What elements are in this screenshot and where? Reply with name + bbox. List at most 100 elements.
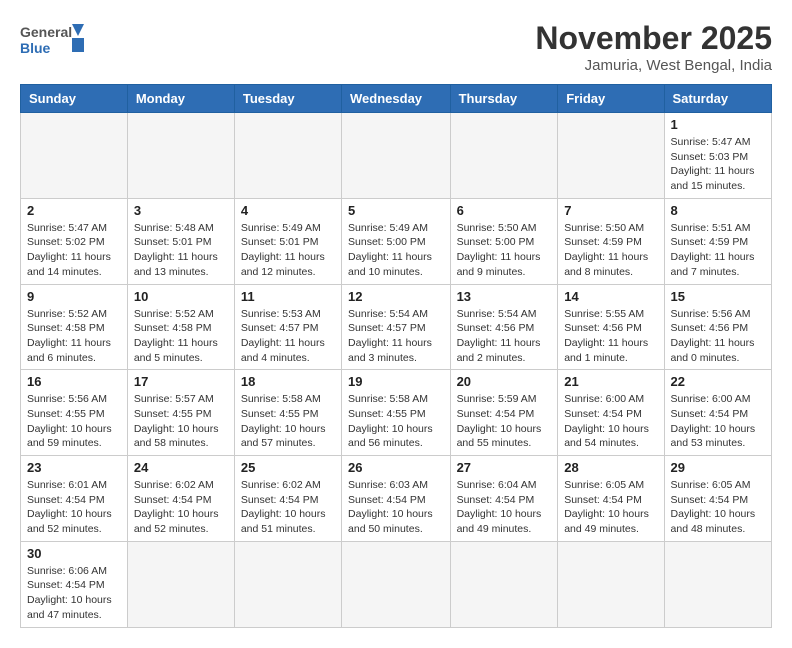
weekday-header: Thursday <box>450 85 558 113</box>
logo-svg: GeneralBlue <box>20 20 90 60</box>
day-number: 18 <box>241 374 335 389</box>
day-info: Sunrise: 6:06 AM Sunset: 4:54 PM Dayligh… <box>27 564 121 623</box>
weekday-header: Friday <box>558 85 664 113</box>
weekday-header: Tuesday <box>234 85 341 113</box>
day-info: Sunrise: 5:56 AM Sunset: 4:56 PM Dayligh… <box>671 307 765 366</box>
logo: GeneralBlue <box>20 20 90 60</box>
day-info: Sunrise: 5:48 AM Sunset: 5:01 PM Dayligh… <box>134 221 228 280</box>
day-info: Sunrise: 5:53 AM Sunset: 4:57 PM Dayligh… <box>241 307 335 366</box>
day-info: Sunrise: 5:57 AM Sunset: 4:55 PM Dayligh… <box>134 392 228 451</box>
month-title: November 2025 <box>535 20 772 57</box>
day-info: Sunrise: 5:52 AM Sunset: 4:58 PM Dayligh… <box>27 307 121 366</box>
calendar-cell <box>664 541 771 627</box>
calendar-cell <box>558 113 664 199</box>
day-number: 22 <box>671 374 765 389</box>
calendar-cell: 15Sunrise: 5:56 AM Sunset: 4:56 PM Dayli… <box>664 284 771 370</box>
day-number: 5 <box>348 203 444 218</box>
day-info: Sunrise: 5:54 AM Sunset: 4:56 PM Dayligh… <box>457 307 552 366</box>
day-number: 7 <box>564 203 657 218</box>
weekday-header-row: SundayMondayTuesdayWednesdayThursdayFrid… <box>21 85 772 113</box>
day-info: Sunrise: 6:03 AM Sunset: 4:54 PM Dayligh… <box>348 478 444 537</box>
day-number: 10 <box>134 289 228 304</box>
calendar-cell: 8 Sunrise: 5:51 AM Sunset: 4:59 PM Daylig… <box>664 198 771 284</box>
day-number: 27 <box>457 460 552 475</box>
day-number: 3 <box>134 203 228 218</box>
calendar-cell <box>450 541 558 627</box>
calendar-cell <box>127 541 234 627</box>
day-info: Sunrise: 5:49 AM Sunset: 5:00 PM Dayligh… <box>348 221 444 280</box>
day-info: Sunrise: 5:50 AM Sunset: 4:59 PM Dayligh… <box>564 221 657 280</box>
calendar-cell: 4Sunrise: 5:49 AM Sunset: 5:01 PM Daylig… <box>234 198 341 284</box>
day-number: 12 <box>348 289 444 304</box>
calendar-week-row: 16Sunrise: 5:56 AM Sunset: 4:55 PM Dayli… <box>21 370 772 456</box>
day-number: 11 <box>241 289 335 304</box>
calendar-week-row: 23 Sunrise: 6:01 AM Sunset: 4:54 PM Dayli… <box>21 456 772 542</box>
calendar-cell: 12Sunrise: 5:54 AM Sunset: 4:57 PM Dayli… <box>342 284 451 370</box>
calendar-week-row: 9Sunrise: 5:52 AM Sunset: 4:58 PM Daylig… <box>21 284 772 370</box>
day-number: 19 <box>348 374 444 389</box>
day-info: Sunrise: 5:58 AM Sunset: 4:55 PM Dayligh… <box>348 392 444 451</box>
calendar-cell: 30 Sunrise: 6:06 AM Sunset: 4:54 PM Dayli… <box>21 541 128 627</box>
weekday-header: Wednesday <box>342 85 451 113</box>
day-info: Sunrise: 5:47 AM Sunset: 5:03 PM Dayligh… <box>671 135 765 194</box>
calendar-cell: 1 Sunrise: 5:47 AM Sunset: 5:03 PM Daylig… <box>664 113 771 199</box>
calendar-cell: 10Sunrise: 5:52 AM Sunset: 4:58 PM Dayli… <box>127 284 234 370</box>
calendar-cell: 17 Sunrise: 5:57 AM Sunset: 4:55 PM Dayli… <box>127 370 234 456</box>
calendar-week-row: 1 Sunrise: 5:47 AM Sunset: 5:03 PM Daylig… <box>21 113 772 199</box>
calendar-cell: 25 Sunrise: 6:02 AM Sunset: 4:54 PM Dayli… <box>234 456 341 542</box>
day-info: Sunrise: 6:02 AM Sunset: 4:54 PM Dayligh… <box>241 478 335 537</box>
day-info: Sunrise: 5:58 AM Sunset: 4:55 PM Dayligh… <box>241 392 335 451</box>
calendar-cell: 29Sunrise: 6:05 AM Sunset: 4:54 PM Dayli… <box>664 456 771 542</box>
calendar-cell: 23 Sunrise: 6:01 AM Sunset: 4:54 PM Dayli… <box>21 456 128 542</box>
calendar-cell: 6Sunrise: 5:50 AM Sunset: 5:00 PM Daylig… <box>450 198 558 284</box>
day-info: Sunrise: 5:51 AM Sunset: 4:59 PM Dayligh… <box>671 221 765 280</box>
calendar-cell: 24Sunrise: 6:02 AM Sunset: 4:54 PM Dayli… <box>127 456 234 542</box>
weekday-header: Sunday <box>21 85 128 113</box>
calendar-cell <box>342 541 451 627</box>
day-info: Sunrise: 5:50 AM Sunset: 5:00 PM Dayligh… <box>457 221 552 280</box>
calendar-cell <box>127 113 234 199</box>
day-number: 24 <box>134 460 228 475</box>
calendar-cell <box>558 541 664 627</box>
calendar: SundayMondayTuesdayWednesdayThursdayFrid… <box>20 84 772 628</box>
day-info: Sunrise: 5:55 AM Sunset: 4:56 PM Dayligh… <box>564 307 657 366</box>
day-info: Sunrise: 6:01 AM Sunset: 4:54 PM Dayligh… <box>27 478 121 537</box>
day-info: Sunrise: 6:04 AM Sunset: 4:54 PM Dayligh… <box>457 478 552 537</box>
day-number: 14 <box>564 289 657 304</box>
calendar-cell: 3 Sunrise: 5:48 AM Sunset: 5:01 PM Daylig… <box>127 198 234 284</box>
day-info: Sunrise: 5:47 AM Sunset: 5:02 PM Dayligh… <box>27 221 121 280</box>
page-header: GeneralBlue November 2025 Jamuria, West … <box>20 20 772 74</box>
calendar-cell: 20Sunrise: 5:59 AM Sunset: 4:54 PM Dayli… <box>450 370 558 456</box>
day-number: 17 <box>134 374 228 389</box>
calendar-cell <box>234 541 341 627</box>
day-number: 23 <box>27 460 121 475</box>
calendar-cell: 2 Sunrise: 5:47 AM Sunset: 5:02 PM Daylig… <box>21 198 128 284</box>
location: Jamuria, West Bengal, India <box>535 57 772 74</box>
calendar-cell: 13 Sunrise: 5:54 AM Sunset: 4:56 PM Dayli… <box>450 284 558 370</box>
day-number: 25 <box>241 460 335 475</box>
calendar-cell <box>21 113 128 199</box>
day-info: Sunrise: 6:05 AM Sunset: 4:54 PM Dayligh… <box>671 478 765 537</box>
calendar-cell <box>234 113 341 199</box>
calendar-week-row: 30 Sunrise: 6:06 AM Sunset: 4:54 PM Dayli… <box>21 541 772 627</box>
calendar-cell <box>450 113 558 199</box>
weekday-header: Saturday <box>664 85 771 113</box>
calendar-cell: 18 Sunrise: 5:58 AM Sunset: 4:55 PM Dayli… <box>234 370 341 456</box>
day-number: 8 <box>671 203 765 218</box>
day-number: 1 <box>671 117 765 132</box>
calendar-week-row: 2 Sunrise: 5:47 AM Sunset: 5:02 PM Daylig… <box>21 198 772 284</box>
svg-text:Blue: Blue <box>20 40 51 56</box>
calendar-cell: 11 Sunrise: 5:53 AM Sunset: 4:57 PM Dayli… <box>234 284 341 370</box>
day-number: 30 <box>27 546 121 561</box>
day-info: Sunrise: 6:05 AM Sunset: 4:54 PM Dayligh… <box>564 478 657 537</box>
day-number: 2 <box>27 203 121 218</box>
calendar-cell: 26Sunrise: 6:03 AM Sunset: 4:54 PM Dayli… <box>342 456 451 542</box>
day-number: 13 <box>457 289 552 304</box>
calendar-cell: 19 Sunrise: 5:58 AM Sunset: 4:55 PM Dayli… <box>342 370 451 456</box>
calendar-cell: 9Sunrise: 5:52 AM Sunset: 4:58 PM Daylig… <box>21 284 128 370</box>
day-number: 4 <box>241 203 335 218</box>
calendar-cell: 27 Sunrise: 6:04 AM Sunset: 4:54 PM Dayli… <box>450 456 558 542</box>
calendar-cell: 16Sunrise: 5:56 AM Sunset: 4:55 PM Dayli… <box>21 370 128 456</box>
calendar-cell: 14 Sunrise: 5:55 AM Sunset: 4:56 PM Dayli… <box>558 284 664 370</box>
day-number: 21 <box>564 374 657 389</box>
